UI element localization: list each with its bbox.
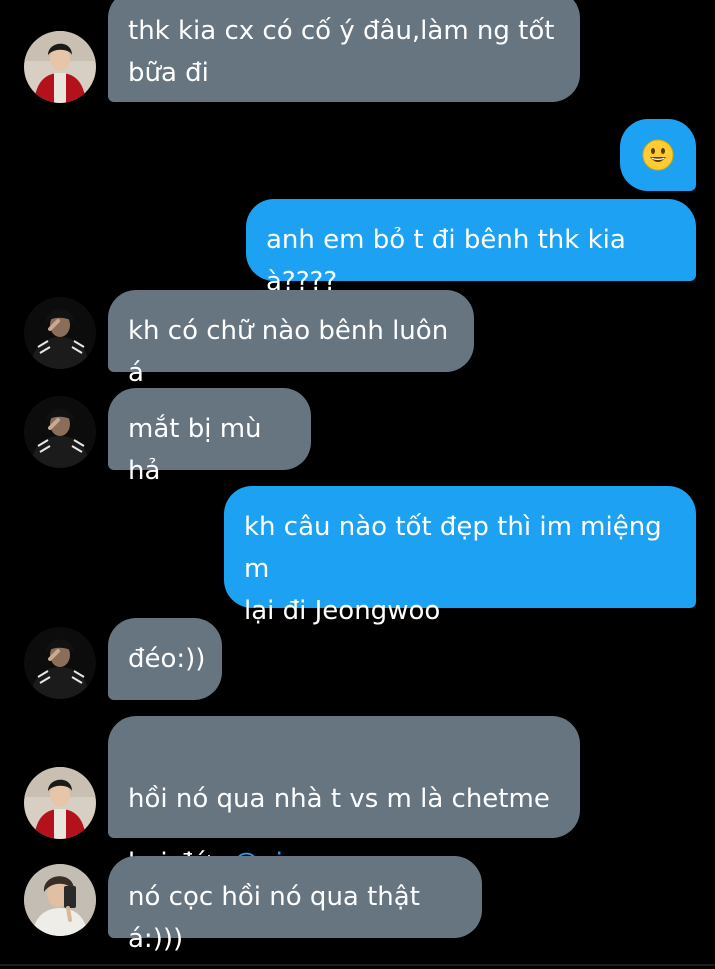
message-bubble[interactable]: đéo:)) [108, 618, 222, 700]
divider [0, 964, 715, 966]
avatar-phone-selfie[interactable] [24, 864, 96, 936]
message-bubble[interactable]: kh câu nào tốt đẹp thì im miệng m lại đi… [224, 486, 696, 626]
message-bubble[interactable]: hồi nó qua nhà t vs m là chetme hai đứa … [108, 716, 580, 894]
avatar-black-jacket[interactable] [24, 297, 96, 369]
message-bubble[interactable]: nó cọc hồi nó qua thật á:))) [108, 856, 482, 954]
message-bubble[interactable] [620, 119, 696, 191]
message-bubble[interactable]: mắt bị mù hả [108, 388, 311, 486]
message-bubble[interactable]: kh có chữ nào bênh luôn á [108, 290, 474, 388]
avatar-red-jacket[interactable] [24, 31, 96, 103]
grinning-face-emoji [642, 139, 674, 171]
message-bubble[interactable]: thk kia cx có cố ý đâu,làm ng tốt bữa đi [108, 0, 580, 102]
avatar-red-jacket[interactable] [24, 767, 96, 839]
avatar-black-jacket[interactable] [24, 396, 96, 468]
message-bubble[interactable]: anh em bỏ t đi bênh thk kia à???? [246, 199, 696, 297]
avatar-black-jacket[interactable] [24, 627, 96, 699]
